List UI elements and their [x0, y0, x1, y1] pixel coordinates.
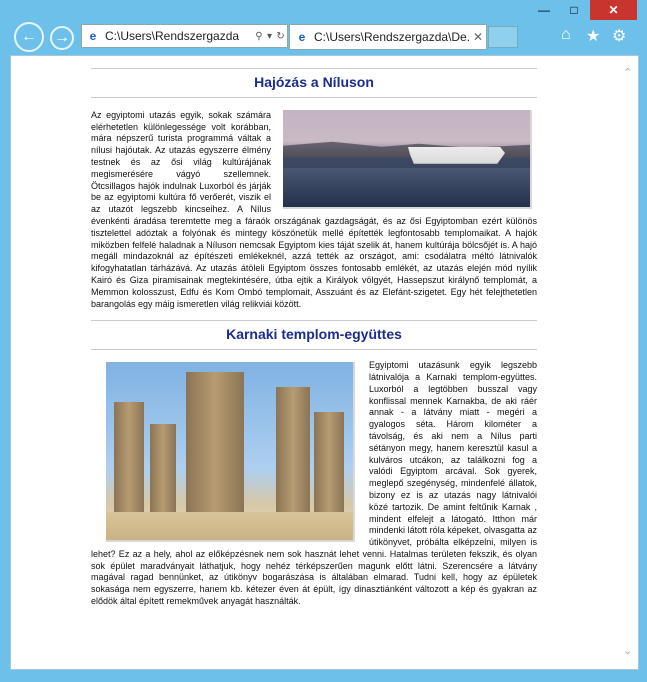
star-icon[interactable]: ★ — [586, 26, 600, 46]
browser-window: — □ ✕ ← → e C:\Users\Rendszergazda ⚲ ▾ ↻… — [0, 0, 647, 682]
scroll-down-icon[interactable]: ⌄ — [623, 644, 632, 657]
close-icon[interactable]: ✕ — [470, 30, 486, 44]
page-viewport: Hajózás a Níluson Az egyiptomi utazás eg… — [10, 55, 639, 670]
new-tab-button[interactable] — [488, 26, 518, 48]
section-body: Az egyiptomi utazás egyik, sokak számára… — [91, 109, 537, 311]
image-ground — [106, 512, 353, 541]
forward-icon[interactable]: → — [50, 26, 74, 50]
karnak-temple-image — [106, 362, 355, 543]
gear-icon[interactable]: ⚙ — [612, 26, 626, 46]
home-icon[interactable]: ⌂ — [561, 26, 571, 44]
divider — [91, 96, 537, 98]
section-body: Egyiptomi utazásunk egyik legszebb látni… — [91, 360, 537, 608]
image-column — [150, 424, 176, 523]
browser-tab[interactable]: e C:\Users\Rendszergazda\De... ✕ — [289, 24, 487, 50]
address-controls: ⚲ ▾ ↻ — [253, 31, 287, 42]
image-boat — [408, 146, 505, 164]
nile-cruise-image — [283, 109, 532, 209]
dropdown-icon[interactable]: ▾ — [267, 31, 272, 42]
address-bar[interactable]: e C:\Users\Rendszergazda ⚲ ▾ ↻ — [81, 24, 288, 48]
navigation-bar: ← → e C:\Users\Rendszergazda ⚲ ▾ ↻ e C:\… — [0, 22, 647, 54]
divider — [91, 68, 537, 69]
divider — [91, 349, 537, 351]
section-title: Karnaki templom-együttes — [226, 326, 402, 343]
section-title: Hajózás a Níluson — [254, 74, 374, 90]
minimize-icon[interactable]: — — [530, 0, 558, 20]
ie-icon: e — [89, 29, 97, 43]
maximize-icon[interactable]: □ — [560, 0, 588, 20]
close-icon[interactable]: ✕ — [590, 0, 637, 20]
image-column — [276, 387, 310, 526]
divider — [91, 320, 537, 322]
image-column — [114, 402, 144, 527]
image-column — [314, 412, 344, 523]
search-icon[interactable]: ⚲ — [255, 31, 262, 42]
vertical-scrollbar[interactable]: ⌃ ⌄ — [621, 56, 638, 669]
title-bar: — □ ✕ — [0, 0, 647, 22]
image-pylon — [186, 372, 244, 523]
back-icon[interactable]: ← — [14, 22, 44, 52]
tab-title[interactable]: C:\Users\Rendszergazda\De... — [314, 30, 470, 44]
address-text[interactable]: C:\Users\Rendszergazda — [105, 29, 253, 43]
image-water — [283, 167, 530, 207]
ie-icon: e — [298, 30, 306, 44]
page-content: Hajózás a Níluson Az egyiptomi utazás eg… — [91, 56, 537, 608]
scroll-up-icon[interactable]: ⌃ — [623, 66, 632, 79]
refresh-icon[interactable]: ↻ — [276, 31, 284, 42]
